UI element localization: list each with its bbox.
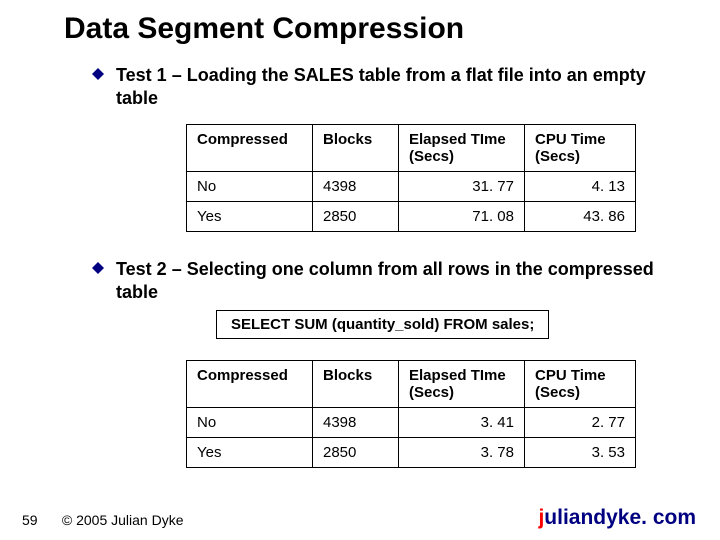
col-blocks: Blocks: [313, 361, 399, 408]
cell: 4398: [313, 172, 399, 202]
col-compressed: Compressed: [187, 361, 313, 408]
cell: 31. 77: [399, 172, 525, 202]
sql-statement: SELECT SUM (quantity_sold) FROM sales;: [216, 310, 549, 339]
table-row: No 4398 31. 77 4. 13: [187, 172, 636, 202]
footer-left: 59 © 2005 Julian Dyke: [22, 512, 184, 528]
table-test1: Compressed Blocks Elapsed TIme (Secs) CP…: [186, 124, 636, 232]
col-elapsed: Elapsed TIme (Secs): [399, 361, 525, 408]
footer-site: juliandyke. com: [538, 506, 696, 530]
cell: 71. 08: [399, 202, 525, 232]
col-elapsed: Elapsed TIme (Secs): [399, 125, 525, 172]
cell: 3. 41: [399, 408, 525, 438]
bullet-1: Test 1 – Loading the SALES table from a …: [92, 64, 676, 109]
bullet-icon: [92, 68, 104, 80]
cell: No: [187, 172, 313, 202]
table-header-row: Compressed Blocks Elapsed TIme (Secs) CP…: [187, 125, 636, 172]
slide-title: Data Segment Compression: [64, 12, 464, 46]
cell: Yes: [187, 202, 313, 232]
bullet-2: Test 2 – Selecting one column from all r…: [92, 258, 676, 303]
cell: No: [187, 408, 313, 438]
col-cpu: CPU Time (Secs): [525, 125, 636, 172]
table-row: Yes 2850 71. 08 43. 86: [187, 202, 636, 232]
cell: 2850: [313, 202, 399, 232]
copyright: © 2005 Julian Dyke: [62, 512, 184, 528]
bullet-icon: [92, 262, 104, 274]
col-cpu: CPU Time (Secs): [525, 361, 636, 408]
table-test2: Compressed Blocks Elapsed TIme (Secs) CP…: [186, 360, 636, 468]
site-rest: uliandyke. com: [544, 506, 696, 529]
table-row: Yes 2850 3. 78 3. 53: [187, 438, 636, 468]
cell: 2. 77: [525, 408, 636, 438]
cell: 4. 13: [525, 172, 636, 202]
cell: 43. 86: [525, 202, 636, 232]
cell: Yes: [187, 438, 313, 468]
bullet-1-text: Test 1 – Loading the SALES table from a …: [116, 64, 676, 109]
table-row: No 4398 3. 41 2. 77: [187, 408, 636, 438]
col-blocks: Blocks: [313, 125, 399, 172]
page-number: 59: [22, 512, 46, 528]
col-compressed: Compressed: [187, 125, 313, 172]
bullet-2-text: Test 2 – Selecting one column from all r…: [116, 258, 676, 303]
cell: 3. 53: [525, 438, 636, 468]
cell: 4398: [313, 408, 399, 438]
cell: 3. 78: [399, 438, 525, 468]
table-header-row: Compressed Blocks Elapsed TIme (Secs) CP…: [187, 361, 636, 408]
cell: 2850: [313, 438, 399, 468]
